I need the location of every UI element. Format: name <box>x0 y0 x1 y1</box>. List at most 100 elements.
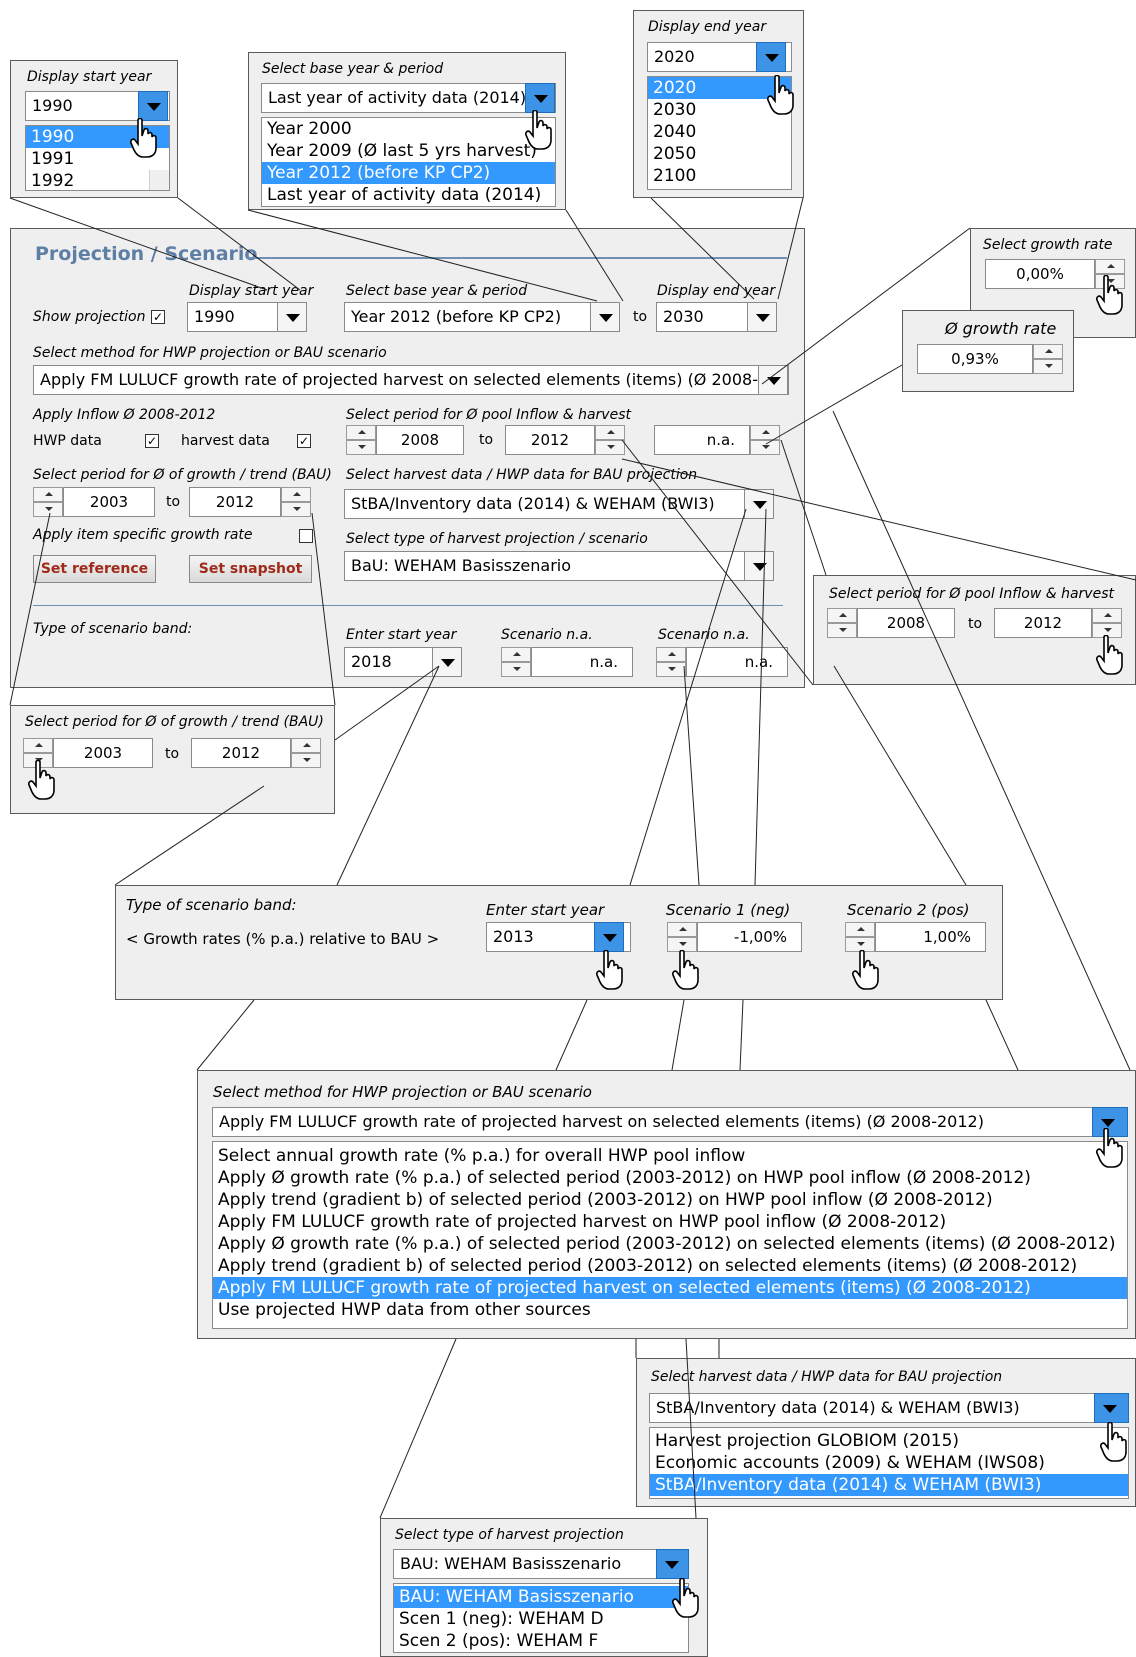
growth-rate-field[interactable]: 0,00% <box>985 259 1095 289</box>
list-item[interactable]: StBA/Inventory data (2014) & WEHAM (BWI3… <box>650 1474 1128 1496</box>
harvest-type-combo[interactable]: BAU: WEHAM Basisszenario <box>393 1549 689 1579</box>
spinner-arrows-icon[interactable] <box>667 922 697 952</box>
method-options: Select annual growth rate (% p.a.) for o… <box>212 1141 1128 1329</box>
dropdown-arrow-icon[interactable] <box>525 83 555 113</box>
spinner-arrows-icon[interactable] <box>1033 344 1063 374</box>
hand-pointer-icon <box>672 950 699 990</box>
list-item[interactable]: Harvest projection GLOBIOM (2015) <box>650 1430 1128 1452</box>
scenario-neg-field[interactable]: -1,00% <box>697 922 802 952</box>
spinner-arrows-icon[interactable] <box>281 487 311 517</box>
list-item[interactable]: Apply Ø growth rate (% p.a.) of selected… <box>213 1233 1127 1255</box>
list-item[interactable]: Apply FM LULUCF growth rate of projected… <box>213 1277 1127 1299</box>
list-item[interactable]: BAU: WEHAM Basisszenario <box>394 1586 688 1608</box>
list-item[interactable]: 1992 <box>26 170 169 192</box>
set-snapshot-button[interactable]: Set snapshot <box>189 555 312 583</box>
list-item[interactable]: Use projected HWP data from other source… <box>213 1299 1127 1321</box>
dropdown-arrow-icon[interactable] <box>594 922 624 952</box>
list-item[interactable]: Scen 1 (neg): WEHAM D <box>394 1608 688 1630</box>
dropdown-arrow-icon[interactable] <box>758 365 788 395</box>
dropdown-arrow-icon[interactable] <box>747 302 777 332</box>
spinner-arrows-icon[interactable] <box>750 425 780 455</box>
list-item[interactable]: Year 2009 (Ø last 5 yrs harvest) <box>262 140 555 162</box>
list-item[interactable]: 2100 <box>648 165 791 187</box>
growth-from-field[interactable]: 2003 <box>53 738 153 768</box>
dropdown-arrow-icon[interactable] <box>744 489 774 519</box>
dropdown-arrow-icon[interactable] <box>138 91 168 121</box>
list-item[interactable]: Apply FM LULUCF growth rate of projected… <box>213 1211 1127 1233</box>
list-item[interactable]: Select annual growth rate (% p.a.) for o… <box>213 1145 1127 1167</box>
to-label: to <box>165 746 180 762</box>
popup-caption: Ø growth rate <box>945 319 1057 338</box>
scenario-band-label: Type of scenario band: <box>126 896 297 914</box>
to-label: to <box>968 616 983 632</box>
list-item[interactable]: Apply trend (gradient b) of selected per… <box>213 1189 1127 1211</box>
pos-caption: Scenario 2 (pos) <box>847 901 970 919</box>
dropdown-arrow-icon[interactable] <box>590 302 620 332</box>
neg-caption: Scenario 1 (neg) <box>666 901 791 919</box>
set-reference-button[interactable]: Set reference <box>33 555 156 583</box>
method-combo[interactable]: Apply FM LULUCF growth rate of projected… <box>212 1107 1128 1137</box>
popup-caption: Select base year & period <box>262 61 444 77</box>
spinner-arrows-icon[interactable] <box>291 738 321 768</box>
harvest-data-combo[interactable]: StBA/Inventory data (2014) & WEHAM (BWI3… <box>649 1393 1129 1423</box>
list-item[interactable]: Economic accounts (2009) & WEHAM (IWS08) <box>650 1452 1128 1474</box>
list-item[interactable]: Apply Ø growth rate (% p.a.) of selected… <box>213 1167 1127 1189</box>
hand-pointer-icon <box>767 75 794 115</box>
scenario-na-field: n.a. <box>531 647 633 677</box>
base-year-popup: Select base year & period Last year of a… <box>248 52 566 210</box>
pool-to-field[interactable]: 2012 <box>994 608 1092 638</box>
pool-period-popup: Select period for Ø pool Inflow & harves… <box>813 575 1136 685</box>
list-item[interactable]: Apply trend (gradient b) of selected per… <box>213 1255 1127 1277</box>
dropdown-arrow-icon[interactable] <box>656 1549 689 1579</box>
spinner-arrows-icon[interactable] <box>1092 608 1122 638</box>
harvest-type-select[interactable]: BaU: WEHAM Basisszenario <box>344 551 770 581</box>
scenario-pos-field[interactable]: 1,00% <box>875 922 986 952</box>
list-item[interactable]: 2050 <box>648 143 791 165</box>
spinner-arrows-icon[interactable] <box>656 647 686 677</box>
dropdown-arrow-icon[interactable] <box>756 42 786 72</box>
harvest-data-options: Harvest projection GLOBIOM (2015) Econom… <box>649 1427 1129 1499</box>
list-item[interactable]: Year 2012 (before KP CP2) <box>262 162 555 184</box>
harvest-data-checkbox[interactable]: ✓ <box>297 434 311 448</box>
relative-label: < Growth rates (% p.a.) relative to BAU … <box>126 930 440 948</box>
to-label: to <box>479 432 494 448</box>
spinner-arrows-icon[interactable] <box>501 647 531 677</box>
harvest-data-select[interactable]: StBA/Inventory data (2014) & WEHAM (BWI3… <box>344 489 770 519</box>
method-select[interactable]: Apply FM LULUCF growth rate of projected… <box>33 365 789 395</box>
pool-to-field[interactable]: 2012 <box>505 425 595 455</box>
spinner-arrows-icon[interactable] <box>827 608 857 638</box>
spinner-arrows-icon[interactable] <box>845 922 875 952</box>
dropdown-arrow-icon[interactable] <box>277 302 307 332</box>
pool-from-field[interactable]: 2008 <box>857 608 955 638</box>
harvest-data-label: harvest data <box>181 433 270 449</box>
list-item[interactable]: Scen 2 (pos): WEHAM F <box>394 1630 688 1652</box>
spinner-arrows-icon[interactable] <box>346 425 376 455</box>
scenario-na-field: n.a. <box>686 647 788 677</box>
growth-to-field[interactable]: 2012 <box>189 487 281 517</box>
hand-pointer-icon <box>525 110 552 150</box>
scrollbar[interactable] <box>149 170 169 190</box>
to-label: to <box>633 309 648 325</box>
item-specific-checkbox[interactable] <box>299 529 313 543</box>
hand-pointer-icon <box>1096 275 1123 315</box>
show-projection-checkbox[interactable]: ✓ <box>151 310 165 324</box>
spinner-arrows-icon[interactable] <box>595 425 625 455</box>
list-item[interactable]: 2040 <box>648 121 791 143</box>
base-year-select[interactable]: Year 2012 (before KP CP2) <box>344 302 606 332</box>
dropdown-arrow-icon[interactable] <box>432 647 462 677</box>
hand-pointer-icon <box>28 760 55 800</box>
hand-pointer-icon <box>672 1578 699 1618</box>
hand-pointer-icon <box>1096 635 1123 675</box>
base-year-combo[interactable]: Last year of activity data (2014) <box>261 83 556 113</box>
growth-from-field[interactable]: 2003 <box>63 487 155 517</box>
growth-to-field[interactable]: 2012 <box>191 738 291 768</box>
popup-caption: Select period for Ø pool Inflow & harves… <box>829 586 1114 602</box>
dropdown-arrow-icon[interactable] <box>744 551 774 581</box>
dropdown-arrow-icon[interactable] <box>1094 1393 1129 1423</box>
hand-pointer-icon <box>596 950 623 990</box>
list-item[interactable]: Year 2000 <box>262 118 555 140</box>
list-item[interactable]: Last year of activity data (2014) <box>262 184 555 206</box>
pool-from-field[interactable]: 2008 <box>376 425 464 455</box>
spinner-arrows-icon[interactable] <box>33 487 63 517</box>
hwp-data-checkbox[interactable]: ✓ <box>145 434 159 448</box>
